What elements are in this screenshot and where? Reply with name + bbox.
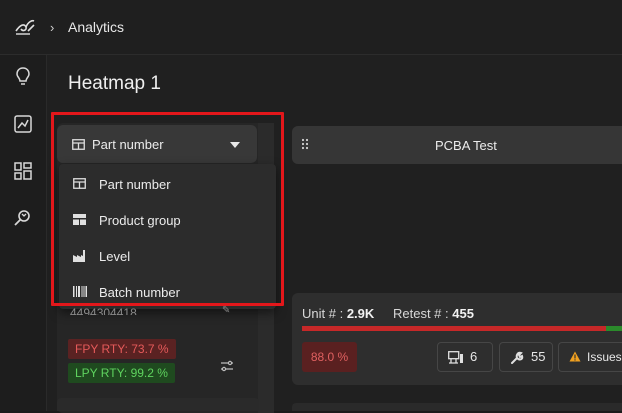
stations-count: 6 [470, 349, 478, 364]
edit-icon[interactable]: ✎ [222, 305, 230, 316]
unit-value: 2.9K [346, 306, 375, 321]
column-title: PCBA Test [435, 138, 497, 153]
dashboard-icon[interactable] [13, 161, 33, 181]
page-title: Heatmap 1 [68, 73, 161, 94]
search-refresh-icon[interactable] [13, 208, 33, 228]
chart-icon[interactable] [13, 114, 33, 134]
unit-count: Unit # : 2.9K [302, 306, 374, 321]
heatmap-cell-card[interactable]: Unit # : 2.9K Retest # : 455 88.0 % 6 55… [292, 293, 622, 385]
breadcrumb-chevron-icon: › [50, 20, 55, 35]
next-row-header [57, 398, 259, 411]
issues-chip[interactable]: Issues [558, 342, 622, 372]
yield-badge: 88.0 % [302, 342, 357, 372]
retest-count: Retest # : 455 [393, 306, 474, 321]
repairs-count: 55 [531, 349, 546, 364]
wrench-icon [511, 351, 524, 364]
retest-label: Retest # : [393, 306, 449, 321]
progress-fill [302, 326, 606, 331]
station-icon [448, 351, 463, 364]
repairs-chip[interactable]: 55 [499, 342, 553, 372]
top-bar: › Analytics [0, 0, 622, 55]
filter-settings-icon[interactable] [220, 360, 234, 372]
warning-icon [569, 351, 581, 362]
issues-label: Issues [587, 350, 622, 364]
breadcrumb-analytics[interactable]: Analytics [68, 19, 124, 35]
highlight-annotation [51, 112, 284, 306]
fpy-rty-badge: FPY RTY: 73.7 % [68, 339, 176, 359]
unit-label: Unit # : [302, 306, 344, 321]
drag-handle-icon[interactable] [302, 138, 308, 150]
row-serial-number: 4494304418 [70, 306, 137, 315]
stations-chip[interactable]: 6 [437, 342, 493, 372]
app-logo-icon[interactable] [14, 17, 36, 37]
column-header-pcba-test[interactable]: PCBA Test [292, 126, 622, 164]
retest-value: 455 [452, 306, 474, 321]
next-row-card [292, 403, 622, 411]
sidebar [0, 55, 47, 411]
lightbulb-icon[interactable] [13, 66, 33, 86]
yield-progress-bar [302, 326, 622, 331]
lpy-rty-badge: LPY RTY: 99.2 % [68, 363, 175, 383]
